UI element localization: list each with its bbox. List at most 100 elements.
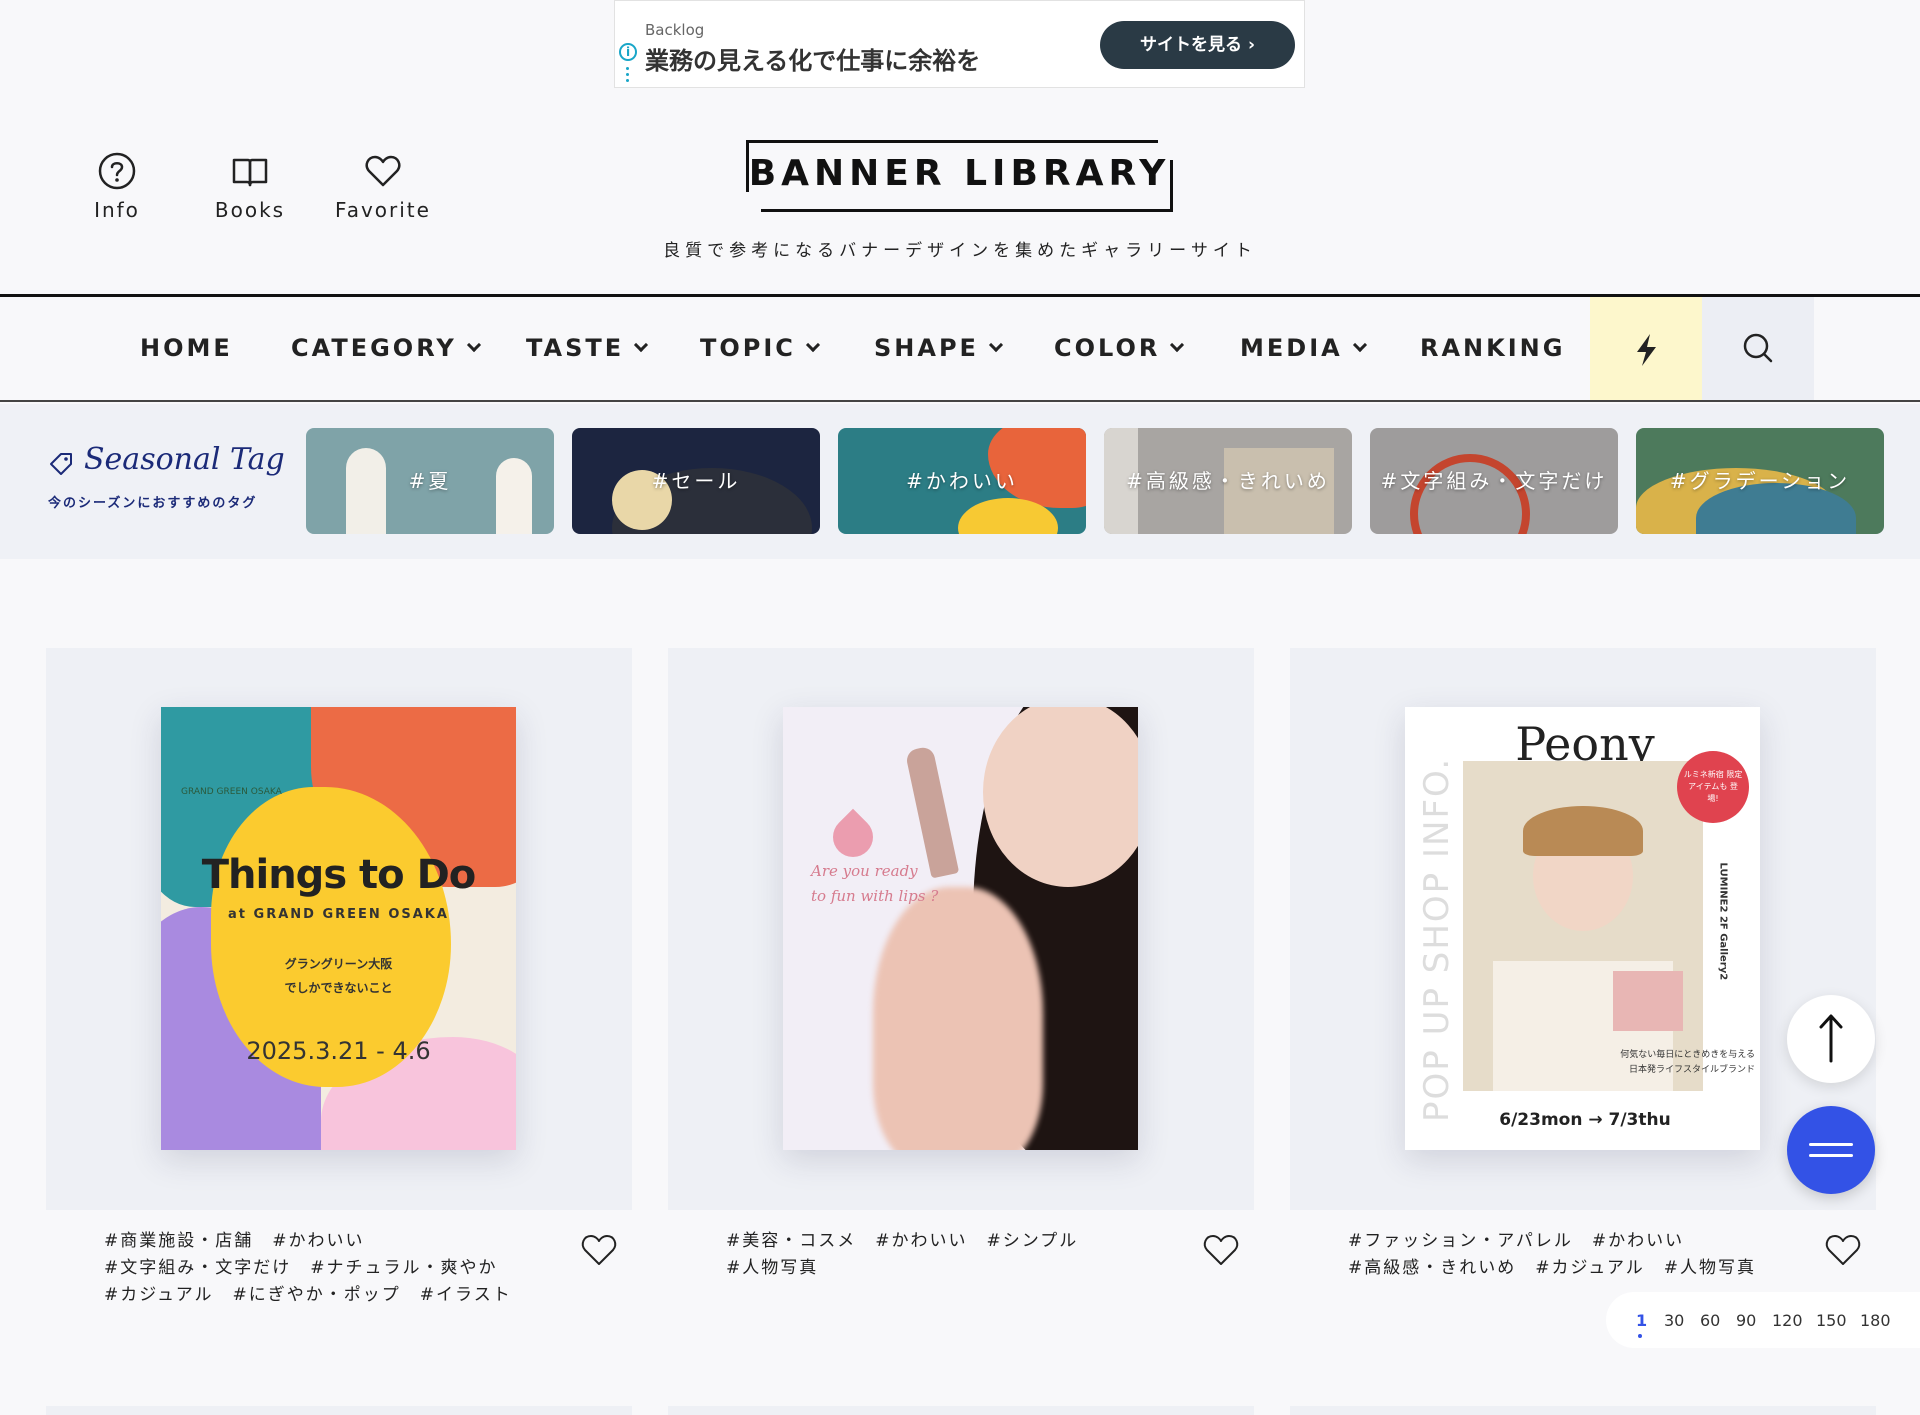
nav-media[interactable]: MEDIA [1240, 297, 1367, 400]
site-logo[interactable]: BANNER LIBRARY [746, 140, 1173, 212]
box-shape [1613, 971, 1683, 1031]
nav-topic[interactable]: TOPIC [700, 297, 820, 400]
seasonal-tag-typography[interactable]: #文字組み・文字だけ [1370, 428, 1618, 534]
banner-place: LUMINE2 2F Gallery2 [1717, 862, 1729, 981]
favorite-label: Favorite [335, 198, 431, 222]
tag-line[interactable]: #文字組み・文字だけ #ナチュラル・爽やか [104, 1255, 544, 1282]
nav-color[interactable]: COLOR [1054, 297, 1185, 400]
search-icon [1743, 333, 1773, 363]
chevron-down-icon [1170, 337, 1185, 353]
seasonal-title: Seasonal Tag [84, 442, 285, 477]
books-label: Books [214, 198, 286, 222]
card-tags[interactable]: #ファッション・アパレル #かわいい #高級感・きれいめ #カジュアル #人物写… [1348, 1228, 1788, 1282]
ad-banner[interactable]: i Backlog 業務の見える化で仕事に余裕を サイトを見る › [614, 0, 1305, 88]
favorite-heart-icon[interactable] [1824, 1232, 1862, 1268]
nav-label: MEDIA [1240, 334, 1343, 362]
banner-date: 6/23mon → 7/3thu [1499, 1110, 1671, 1130]
banner-jp-line: でしかできないこと [284, 981, 393, 995]
seasonal-tag-cute[interactable]: #かわいい [838, 428, 1086, 534]
scroll-top-button[interactable] [1787, 995, 1875, 1083]
banner-image[interactable]: Are you ready to fun with lips ? [783, 707, 1138, 1150]
per-page-option-1[interactable]: 1 [1636, 1311, 1647, 1330]
chevron-down-icon [988, 337, 1004, 353]
nav-label: CATEGORY [291, 334, 457, 362]
nav-ranking[interactable]: RANKING [1420, 297, 1565, 400]
seasonal-tag-label: #かわいい [906, 469, 1018, 493]
chevron-down-icon [634, 337, 649, 353]
banner-brand: GRAND GREEN OSAKA [181, 787, 282, 797]
seasonal-tag-luxury[interactable]: #高級感・きれいめ [1104, 428, 1352, 534]
seasonal-tag-sale[interactable]: #セール [572, 428, 820, 534]
card-tags[interactable]: #美容・コスメ #かわいい #シンプル #人物写真 [726, 1228, 1166, 1282]
favorite-link[interactable]: Favorite [328, 152, 438, 222]
tag-line[interactable]: #カジュアル #にぎやか・ポップ #イラスト [104, 1282, 544, 1309]
banner-image[interactable]: POP UP SHOP INFO. Peony ルミネ新宿 限定アイテムも 登場… [1405, 707, 1760, 1150]
per-page-option-90[interactable]: 90 [1736, 1311, 1756, 1330]
nav-label: COLOR [1054, 334, 1161, 362]
per-page-selector: 1 30 60 90 120 150 180 [1606, 1292, 1920, 1348]
banner-card[interactable]: POP UP SHOP INFO. Peony ルミネ新宿 限定アイテムも 登場… [1290, 648, 1876, 1210]
chevron-down-icon [1352, 337, 1367, 353]
favorite-heart-icon[interactable] [580, 1232, 618, 1268]
nav-shape[interactable]: SHAPE [874, 297, 1004, 400]
tag-line[interactable]: #ファッション・アパレル #かわいい [1348, 1228, 1788, 1255]
tag-icon [50, 453, 72, 475]
chevron-down-icon [466, 337, 481, 353]
hand-shape [873, 887, 1043, 1150]
ad-cta-button[interactable]: サイトを見る › [1100, 21, 1295, 69]
per-page-option-180[interactable]: 180 [1860, 1311, 1891, 1330]
banner-title: Things to Do [201, 852, 477, 898]
lightning-icon [1637, 334, 1656, 366]
banner-small-text: 日本発ライフスタイルブランド [1628, 1065, 1755, 1075]
tag-line[interactable]: #商業施設・店舗 #かわいい [104, 1228, 544, 1255]
per-page-option-150[interactable]: 150 [1816, 1311, 1847, 1330]
ad-sponsor: Backlog [645, 21, 705, 39]
per-page-option-120[interactable]: 120 [1772, 1311, 1803, 1330]
tag-line[interactable]: #高級感・きれいめ #カジュアル #人物写真 [1348, 1255, 1788, 1282]
seasonal-tag-label: #高級感・きれいめ [1126, 469, 1330, 493]
banner-card[interactable] [1290, 1406, 1876, 1415]
banner-image[interactable]: GRAND GREEN OSAKA Things to Do at GRAND … [161, 707, 516, 1150]
seasonal-tag-label: #夏 [408, 469, 452, 493]
banner-card[interactable] [668, 1406, 1254, 1415]
logo-text: BANNER LIBRARY [748, 153, 1171, 194]
per-page-option-60[interactable]: 60 [1700, 1311, 1720, 1330]
flash-button[interactable] [1590, 297, 1702, 400]
banner-card[interactable]: Are you ready to fun with lips ? [668, 648, 1254, 1210]
more-options-icon[interactable] [626, 67, 630, 85]
banner-copy: to fun with lips ? [811, 887, 939, 905]
banner-card[interactable]: GRAND GREEN OSAKA Things to Do at GRAND … [46, 648, 632, 1210]
tag-line[interactable]: #人物写真 [726, 1255, 1166, 1282]
chevron-down-icon [805, 337, 820, 353]
banner-date: 2025.3.21 - 4.6 [246, 1037, 431, 1065]
per-page-option-30[interactable]: 30 [1664, 1311, 1684, 1330]
question-circle-icon [98, 152, 136, 190]
nav-taste[interactable]: TASTE [526, 297, 649, 400]
seasonal-tag-bar: Seasonal Tag 今のシーズンにおすすめのタグ #夏 #セール #かわい… [0, 404, 1920, 559]
banner-card[interactable] [46, 1406, 632, 1415]
info-link[interactable]: Info [62, 152, 172, 222]
nav-home[interactable]: HOME [140, 297, 233, 400]
nav-label: HOME [140, 334, 233, 362]
seasonal-subtitle: 今のシーズンにおすすめのタグ [48, 496, 258, 511]
favorite-heart-icon[interactable] [1202, 1232, 1240, 1268]
seasonal-tag-summer[interactable]: #夏 [306, 428, 554, 534]
nav-category[interactable]: CATEGORY [291, 297, 481, 400]
seasonal-tag-label: #文字組み・文字だけ [1380, 469, 1608, 493]
heart-icon [365, 155, 401, 187]
info-icon[interactable]: i [619, 43, 637, 61]
book-icon [232, 158, 268, 187]
search-button[interactable] [1702, 297, 1814, 400]
card-tags[interactable]: #商業施設・店舗 #かわいい #文字組み・文字だけ #ナチュラル・爽やか #カジ… [104, 1228, 544, 1309]
menu-button[interactable] [1787, 1106, 1875, 1194]
seasonal-tag-label: #セール [651, 469, 741, 493]
tag-line[interactable]: #美容・コスメ #かわいい #シンプル [726, 1228, 1166, 1255]
info-label: Info [94, 198, 140, 222]
active-indicator [1638, 1334, 1642, 1338]
nav-label: TOPIC [700, 334, 796, 362]
lipstick-shape [904, 745, 960, 879]
banner-jp-line: グラングリーン大阪 [284, 957, 393, 971]
books-link[interactable]: Books [195, 152, 305, 222]
banner-photo [1463, 761, 1703, 1091]
seasonal-tag-gradation[interactable]: #グラデーション [1636, 428, 1884, 534]
